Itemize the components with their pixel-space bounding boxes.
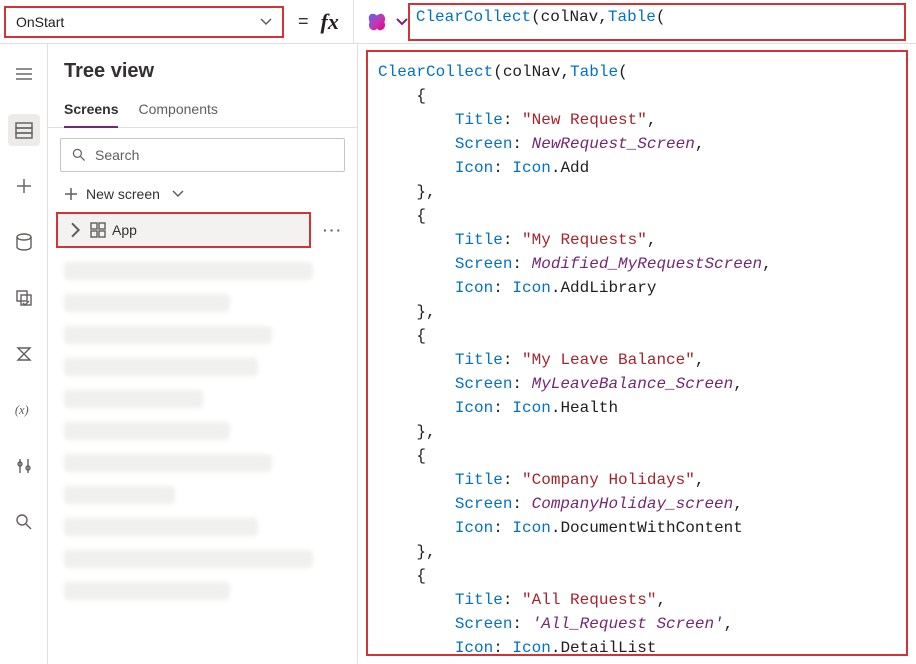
left-rail: (x) <box>0 44 48 664</box>
app-icon <box>90 222 106 238</box>
equals-sign: = <box>292 11 315 32</box>
blurred-tree-items <box>48 250 357 664</box>
tree-item-app[interactable]: App <box>56 212 311 248</box>
search-input[interactable]: Search <box>60 138 345 172</box>
chevron-down-icon <box>172 188 184 200</box>
search-placeholder: Search <box>95 147 139 163</box>
code-editor[interactable]: ClearCollect(colNav,Table( { Title: "New… <box>366 50 908 656</box>
new-screen-button[interactable]: New screen <box>48 178 357 210</box>
variables-icon[interactable]: (x) <box>8 394 40 426</box>
tree-view-panel: Tree view Screens Components Search New … <box>48 44 358 664</box>
divider <box>353 0 354 43</box>
tree-tabs: Screens Components <box>48 95 357 128</box>
tab-components[interactable]: Components <box>138 95 217 127</box>
code-panel: ClearCollect(colNav,Table( { Title: "New… <box>358 44 916 664</box>
tree-item-app-label: App <box>112 222 137 238</box>
search-rail-icon[interactable] <box>8 506 40 538</box>
copilot-icon[interactable] <box>366 11 388 33</box>
power-automate-icon[interactable] <box>8 338 40 370</box>
tree-view-icon[interactable] <box>8 114 40 146</box>
formula-bar: OnStart = fx ClearCollect(colNav,Table( <box>0 0 916 44</box>
chevron-down-icon <box>260 16 272 28</box>
hamburger-icon[interactable] <box>8 58 40 90</box>
fx-label: fx <box>315 9 345 35</box>
tree-view-title: Tree view <box>48 56 357 95</box>
formula-bar-code-preview[interactable]: ClearCollect(colNav,Table( <box>408 3 906 41</box>
copilot-chevron-icon[interactable] <box>396 16 408 28</box>
search-icon <box>71 147 87 163</box>
property-dropdown[interactable]: OnStart <box>4 6 284 38</box>
property-dropdown-label: OnStart <box>16 14 64 30</box>
tab-screens[interactable]: Screens <box>64 95 118 127</box>
svg-text:(x): (x) <box>14 403 28 417</box>
insert-icon[interactable] <box>8 170 40 202</box>
data-icon[interactable] <box>8 226 40 258</box>
advanced-tools-icon[interactable] <box>8 450 40 482</box>
more-options-icon[interactable]: ··· <box>323 222 349 238</box>
chevron-right-icon <box>68 222 84 238</box>
new-screen-label: New screen <box>86 186 160 202</box>
media-icon[interactable] <box>8 282 40 314</box>
plus-icon <box>64 187 78 201</box>
